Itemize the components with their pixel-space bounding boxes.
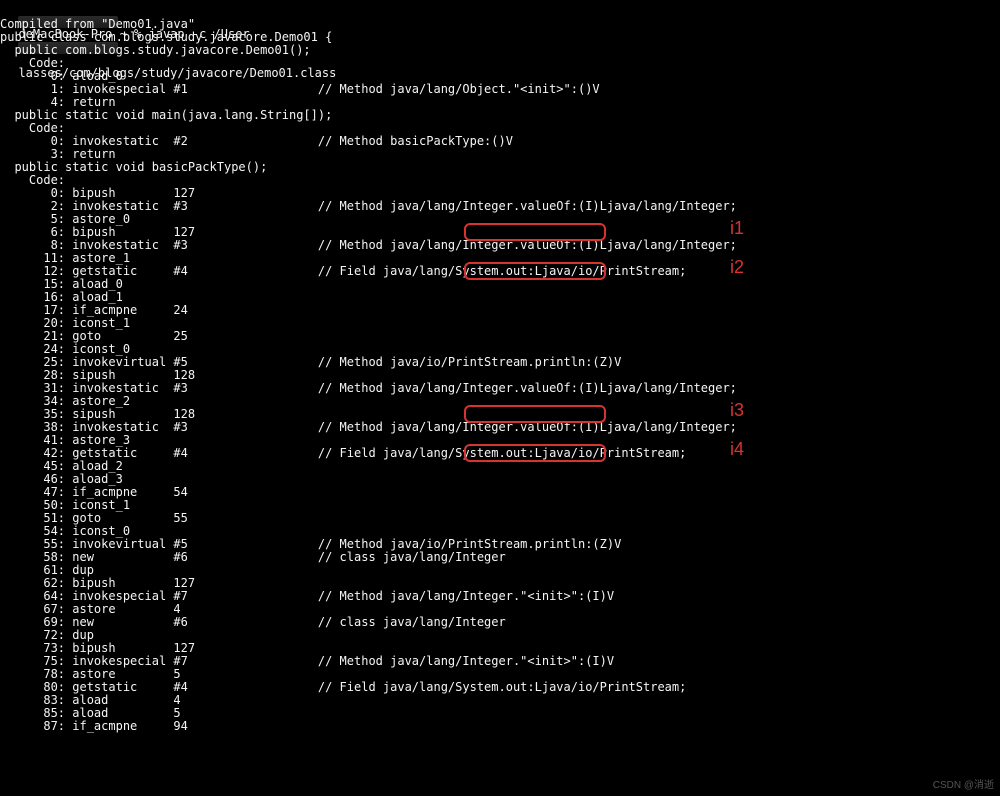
annotation-label: i3 <box>730 404 744 417</box>
watermark: CSDN @消逝 <box>933 779 994 792</box>
terminal-title-bar: deMacBook-Pro ~ % javap -c /User lasses/… <box>0 0 1000 18</box>
annotation-label: i2 <box>730 261 744 274</box>
code-line: 38: invokestatic #3 // Method java/lang/… <box>0 421 1000 434</box>
code-line: 8: invokestatic #3 // Method java/lang/I… <box>0 239 1000 252</box>
code-line: public static void basicPackType(); <box>0 161 1000 174</box>
code-line: 51: goto 55 <box>0 512 1000 525</box>
code-line: 69: new #6 // class java/lang/Integer <box>0 616 1000 629</box>
code-line: 45: aload_2 <box>0 460 1000 473</box>
code-line: 0: invokestatic #2 // Method basicPackTy… <box>0 135 1000 148</box>
annotation-label: i4 <box>730 443 744 456</box>
code-line: public static void main(java.lang.String… <box>0 109 1000 122</box>
code-line: 21: goto 25 <box>0 330 1000 343</box>
code-line: 31: invokestatic #3 // Method java/lang/… <box>0 382 1000 395</box>
code-line: 12: getstatic #4 // Field java/lang/Syst… <box>0 265 1000 278</box>
annotation-label: i1 <box>730 222 744 235</box>
code-line: 2: invokestatic #3 // Method java/lang/I… <box>0 200 1000 213</box>
code-line: 1: invokespecial #1 // Method java/lang/… <box>0 83 1000 96</box>
code-line: 47: if_acmpne 54 <box>0 486 1000 499</box>
code-line: 87: if_acmpne 94 <box>0 720 1000 733</box>
code-line: 42: getstatic #4 // Field java/lang/Syst… <box>0 447 1000 460</box>
terminal-output[interactable]: Compiled from "Demo01.java"public class … <box>0 18 1000 733</box>
code-line: 15: aload_0 <box>0 278 1000 291</box>
code-line: public com.blogs.study.javacore.Demo01()… <box>0 44 1000 57</box>
code-line: 17: if_acmpne 24 <box>0 304 1000 317</box>
code-line: 58: new #6 // class java/lang/Integer <box>0 551 1000 564</box>
